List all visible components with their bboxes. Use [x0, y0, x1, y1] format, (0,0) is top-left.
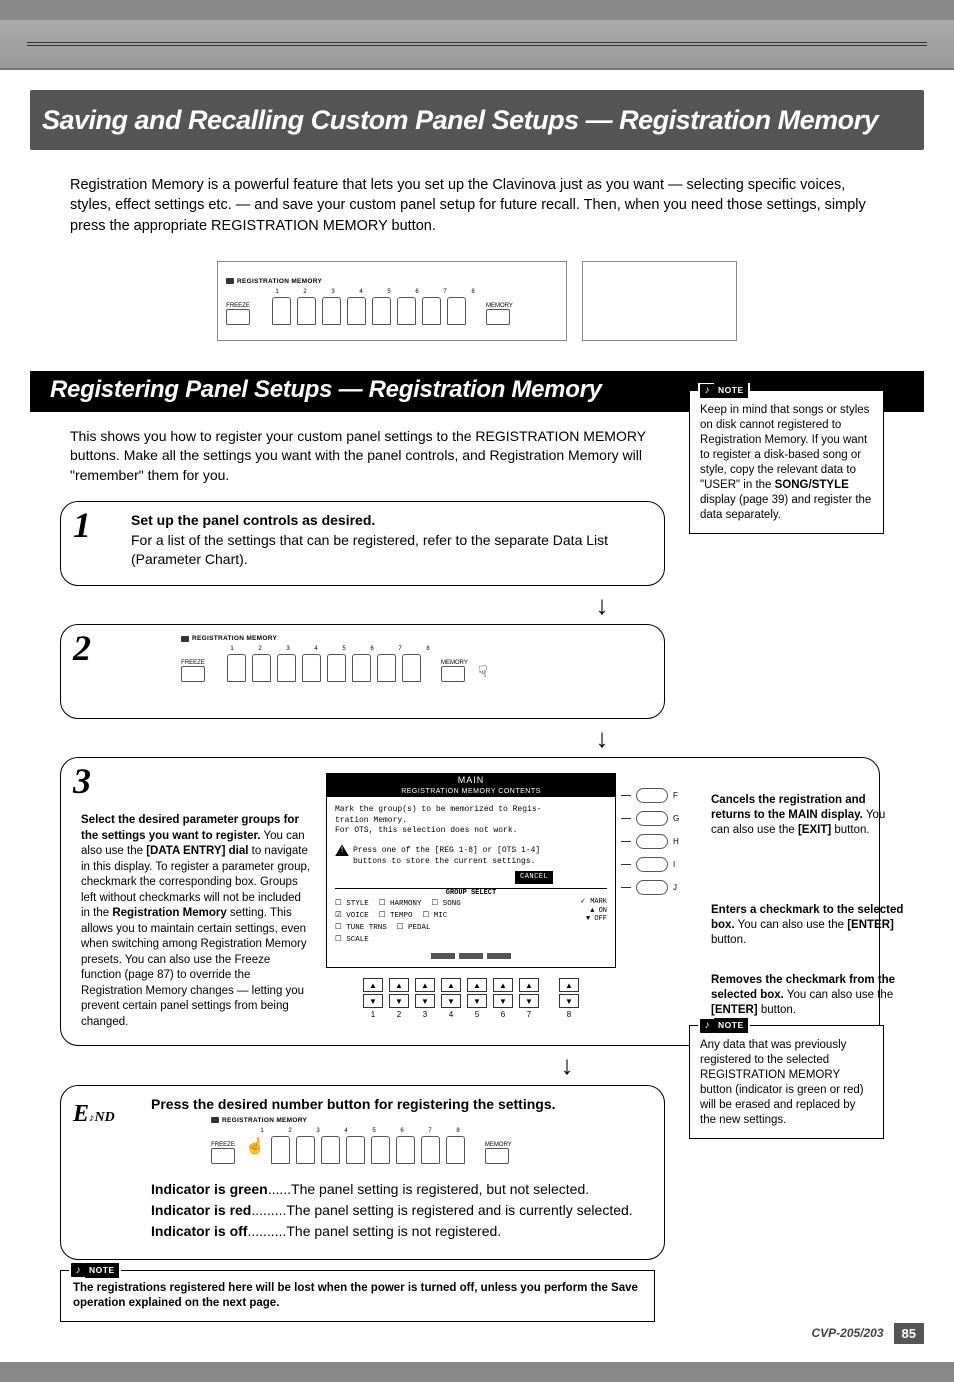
- reg-label-2: REGISTRATION MEMORY: [192, 635, 277, 642]
- page-footer: CVP-205/203 85: [811, 1323, 924, 1344]
- side-button-i[interactable]: [636, 857, 668, 872]
- step-1-number: 1: [73, 504, 91, 546]
- lcd-screen: MAIN REGISTRATION MEMORY CONTENTS Mark t…: [326, 773, 616, 1019]
- reg-button-6b[interactable]: [352, 654, 371, 682]
- down-button-8[interactable]: ▼: [559, 994, 579, 1008]
- note-box-3: ♪ NOTE The registrations registered here…: [60, 1270, 655, 1322]
- step-2: 2 REGISTRATION MEMORY 12345678 FREEZE: [60, 624, 665, 719]
- step-2-number: 2: [73, 627, 91, 669]
- group-select-label: GROUP SELECT: [335, 888, 607, 898]
- reg-button-3b[interactable]: [277, 654, 296, 682]
- memory-label: MEMORY: [486, 303, 513, 309]
- note-tag-1: ♪ NOTE: [698, 383, 750, 398]
- page-title: Saving and Recalling Custom Panel Setups…: [42, 105, 878, 136]
- note-tag-2: ♪ NOTE: [698, 1018, 750, 1033]
- reg-button-7b[interactable]: [377, 654, 396, 682]
- panel-left: REGISTRATION MEMORY 12345678 FREEZE: [217, 261, 567, 341]
- header-decor: [0, 20, 954, 70]
- screen-button-row: ▲▼ ▲▼ ▲▼ ▲▼ ▲▼ ▲▼ ▲▼ ▲▼: [326, 978, 616, 1008]
- cancel-button[interactable]: CANCEL: [515, 871, 553, 884]
- screen-header: MAIN: [326, 773, 616, 787]
- page-title-band: Saving and Recalling Custom Panel Setups…: [30, 90, 924, 150]
- reg-button-1c[interactable]: [271, 1136, 290, 1164]
- reg-button-8b[interactable]: [402, 654, 421, 682]
- reg-icon: [181, 636, 189, 642]
- section-intro: This shows you how to register your cust…: [70, 427, 660, 486]
- step-3-text: Select the desired parameter groups for …: [81, 813, 311, 1030]
- page-number: 85: [894, 1323, 924, 1344]
- callout-remove: Removes the checkmark from the selected …: [711, 973, 906, 1018]
- freeze-button-3[interactable]: [211, 1148, 235, 1164]
- panel-number-labels-2: 12345678: [221, 646, 531, 652]
- up-button-1[interactable]: ▲: [363, 978, 383, 992]
- down-button-1[interactable]: ▼: [363, 994, 383, 1008]
- note-icon: ♪: [700, 384, 714, 398]
- reg-button-4b[interactable]: [302, 654, 321, 682]
- indicator-list: Indicator is green......The panel settin…: [151, 1179, 644, 1242]
- memory-button[interactable]: [486, 309, 510, 325]
- side-button-h[interactable]: [636, 834, 668, 849]
- callout-cancel: Cancels the registration and returns to …: [711, 793, 906, 838]
- callout-enter: Enters a checkmark to the selected box. …: [711, 903, 906, 948]
- side-button-f[interactable]: [636, 788, 668, 803]
- panel-right: [582, 261, 737, 341]
- step-1-title: Set up the panel controls as desired.: [131, 512, 644, 528]
- note-tag-3: ♪ NOTE: [69, 1263, 121, 1278]
- panel-number-labels: 12345678: [266, 289, 558, 295]
- reg-icon: [211, 1117, 219, 1123]
- side-button-g[interactable]: [636, 811, 668, 826]
- end-label: E♪ND: [73, 1101, 115, 1128]
- intro-paragraph: Registration Memory is a powerful featur…: [0, 175, 954, 251]
- side-button-j[interactable]: [636, 880, 668, 895]
- hand-cursor-icon: ☟: [478, 662, 488, 682]
- panel-diagram: REGISTRATION MEMORY 12345678 FREEZE: [0, 261, 954, 341]
- hand-cursor-icon: ☝: [245, 1136, 265, 1156]
- side-button-column: F G H I J: [621, 788, 679, 895]
- reg-button-4[interactable]: [347, 297, 366, 325]
- reg-button-2b[interactable]: [252, 654, 271, 682]
- memory-button-3[interactable]: [485, 1148, 509, 1164]
- reg-label: REGISTRATION MEMORY: [237, 278, 322, 285]
- note-icon: ♪: [700, 1019, 714, 1033]
- arrow-icon: ↓: [320, 596, 884, 614]
- reg-button-8[interactable]: [447, 297, 466, 325]
- reg-icon: [226, 278, 234, 284]
- arrow-icon: ↓: [320, 729, 884, 747]
- step-1: 1 Set up the panel controls as desired. …: [60, 501, 665, 586]
- freeze-button[interactable]: [226, 309, 250, 325]
- reg-button-1[interactable]: [272, 297, 291, 325]
- reg-button-6[interactable]: [397, 297, 416, 325]
- step-3: 3 Select the desired parameter groups fo…: [60, 757, 880, 1046]
- note-icon: ♪: [71, 1263, 85, 1277]
- freeze-button-2[interactable]: [181, 666, 205, 682]
- step-end: E♪ND Press the desired number button for…: [60, 1085, 665, 1260]
- reg-button-5b[interactable]: [327, 654, 346, 682]
- note-box-1: ♪ NOTE Keep in mind that songs or styles…: [689, 390, 884, 534]
- note-box-2: ♪ NOTE Any data that was previously regi…: [689, 1025, 884, 1139]
- memory-button-2[interactable]: [441, 666, 465, 682]
- reg-button-3[interactable]: [322, 297, 341, 325]
- freeze-label: FREEZE: [226, 303, 250, 309]
- reg-button-2[interactable]: [297, 297, 316, 325]
- step-1-desc: For a list of the settings that can be r…: [131, 531, 644, 570]
- step-end-title: Press the desired number button for regi…: [151, 1096, 644, 1112]
- reg-button-7[interactable]: [422, 297, 441, 325]
- screen-subheader: REGISTRATION MEMORY CONTENTS: [326, 787, 616, 796]
- up-button-8[interactable]: ▲: [559, 978, 579, 992]
- reg-button-5[interactable]: [372, 297, 391, 325]
- step-3-number: 3: [73, 760, 91, 802]
- note-label: NOTE: [714, 383, 748, 398]
- reg-button-1b[interactable]: [227, 654, 246, 682]
- model-label: CVP-205/203: [811, 1326, 883, 1340]
- warning-icon: !: [335, 844, 349, 856]
